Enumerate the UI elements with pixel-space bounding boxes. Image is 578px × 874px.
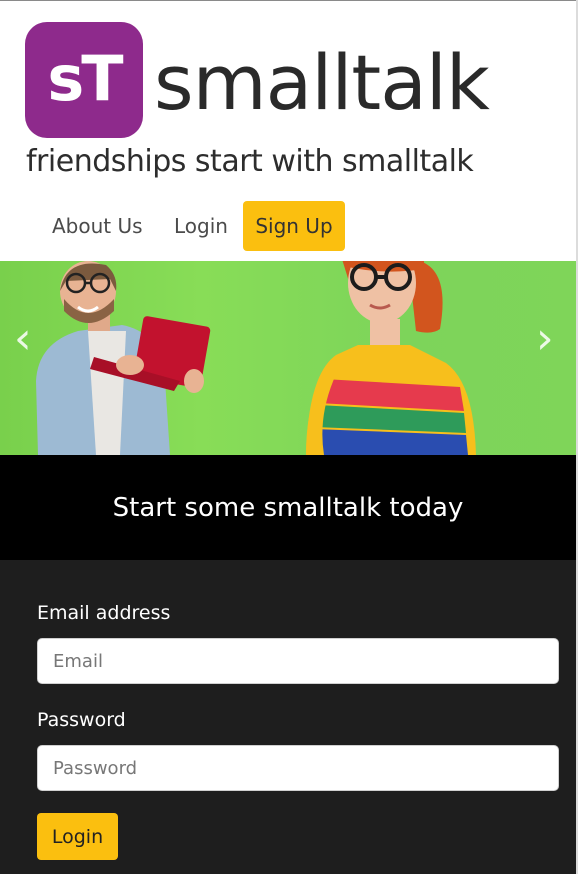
man-with-laptop-image	[36, 261, 211, 455]
nav-sign-up-button[interactable]: Sign Up	[243, 201, 345, 251]
login-form: Email address Password Login	[0, 560, 576, 874]
carousel-next-icon[interactable]: ›	[536, 317, 554, 361]
login-button[interactable]: Login	[37, 813, 118, 860]
nav-about-us[interactable]: About Us	[52, 210, 143, 242]
banner-text: Start some smalltalk today	[112, 492, 464, 523]
hero-carousel: ‹ ›	[0, 261, 576, 455]
carousel-prev-icon[interactable]: ‹	[14, 317, 32, 361]
brand-name: smalltalk	[154, 38, 490, 127]
email-input[interactable]	[37, 638, 559, 684]
woman-with-glasses-image	[306, 261, 476, 455]
logo-letters: sT	[47, 42, 123, 115]
welcome-banner: Start some smalltalk today	[0, 455, 576, 560]
window-top-border	[0, 0, 578, 1]
password-input[interactable]	[37, 745, 559, 791]
email-label: Email address	[37, 602, 171, 624]
password-label: Password	[37, 709, 126, 731]
logo-icon[interactable]: sT	[25, 22, 143, 138]
nav-login[interactable]: Login	[174, 210, 228, 242]
tagline: friendships start with smalltalk	[26, 144, 474, 179]
